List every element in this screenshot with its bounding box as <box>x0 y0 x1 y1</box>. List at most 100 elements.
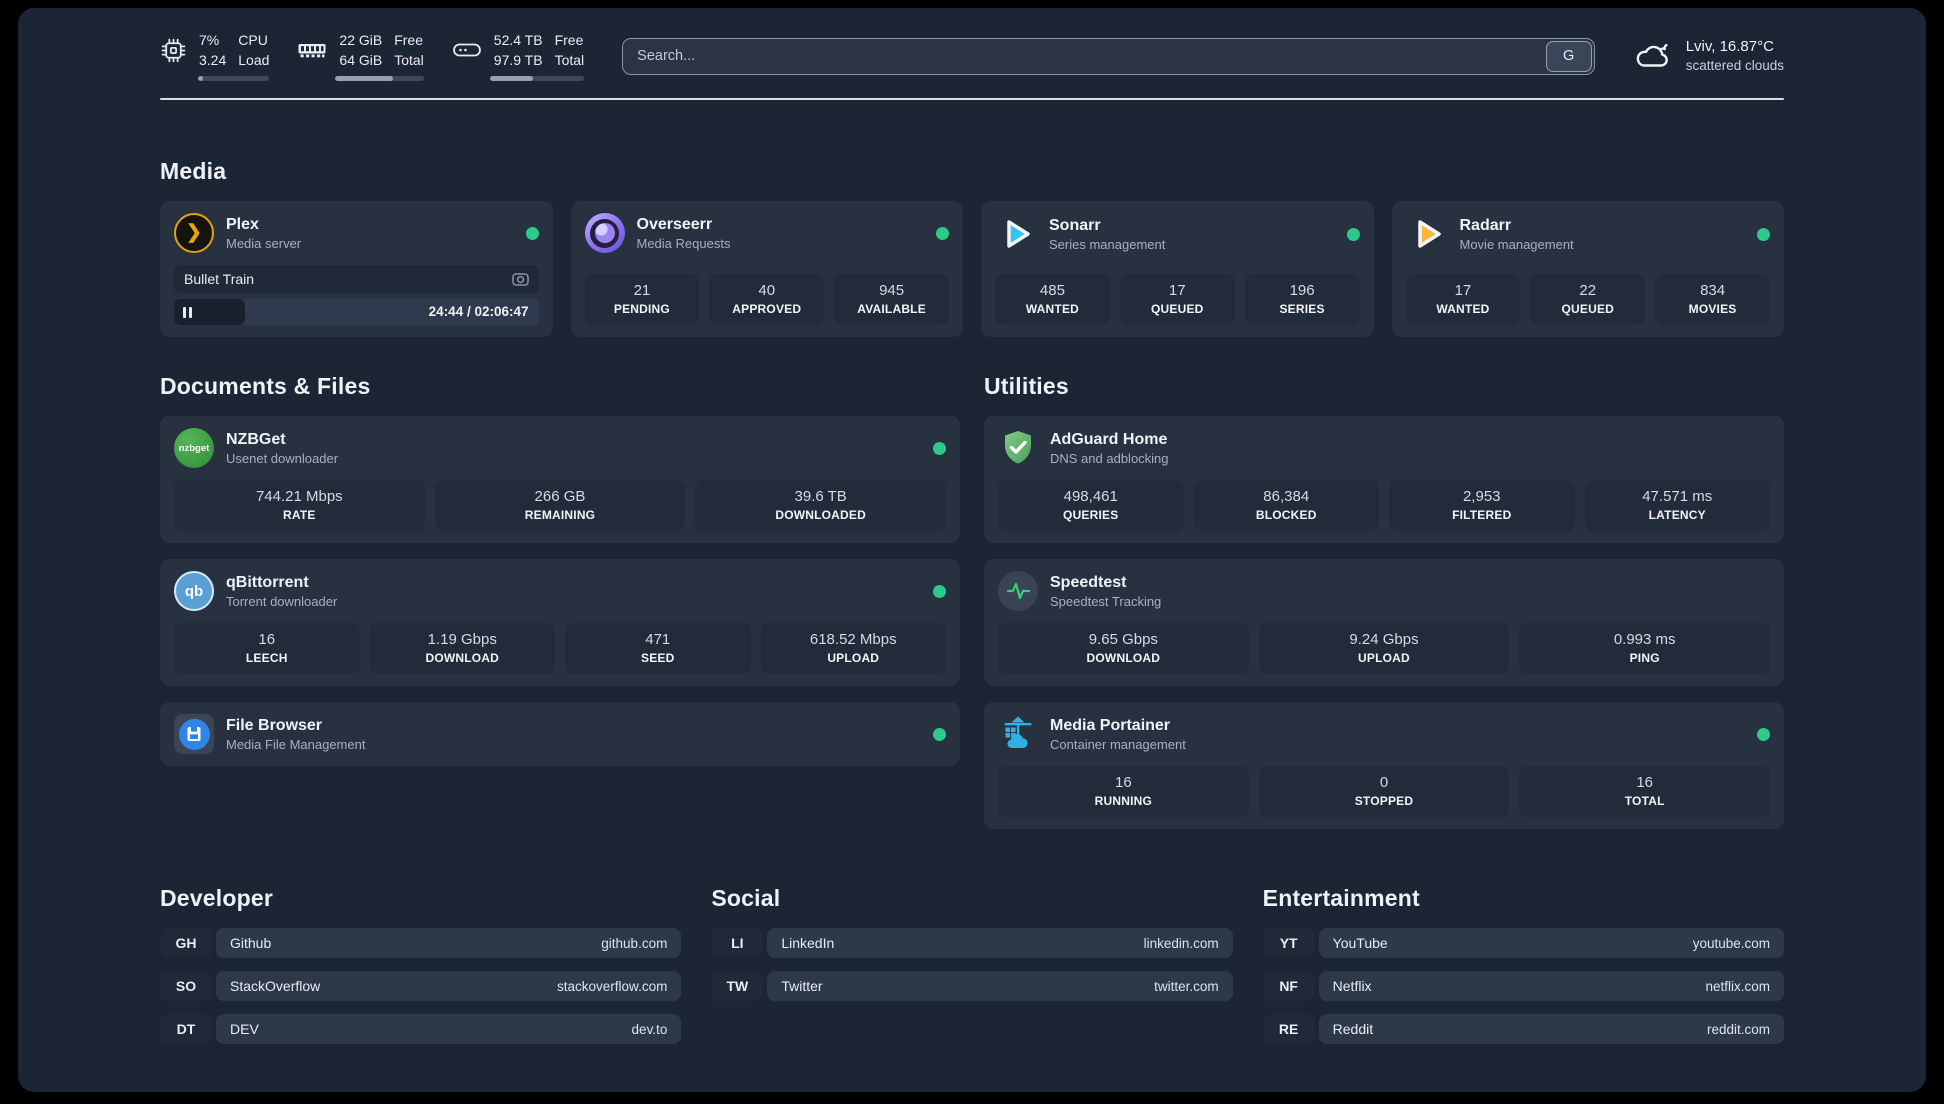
stat-tile: 618.52 Mbps UPLOAD <box>760 623 946 674</box>
stat-tile: 498,461 QUERIES <box>998 480 1184 531</box>
section-title-developer: Developer <box>160 885 274 911</box>
link-name: StackOverflow <box>230 978 321 994</box>
stat-tile: 9.65 Gbps DOWNLOAD <box>998 623 1249 674</box>
filebrowser-icon <box>174 714 214 754</box>
link-tag: TW <box>711 971 764 1001</box>
disk-progress-track <box>489 76 585 82</box>
app-name: Overseerr <box>636 215 713 233</box>
stat-tile: 40 APPROVED <box>709 274 825 325</box>
stat-tiles: 17 WANTED 22 QUEUED 834 MOVIES <box>1405 262 1770 325</box>
stat-tile: 9.24 Gbps UPLOAD <box>1258 623 1510 674</box>
app-subtitle: Container management <box>1050 736 1186 752</box>
link-tag: NF <box>1262 971 1315 1001</box>
weather-location: Lviv, 16.87°C <box>1685 37 1774 55</box>
link-row-linkedin[interactable]: LI LinkedIn linkedin.com <box>711 928 1233 958</box>
app-subtitle: Movie management <box>1459 236 1574 252</box>
link-row-dev[interactable]: DT DEV dev.to <box>160 1014 682 1044</box>
link-row-youtube[interactable]: YT YouTube youtube.com <box>1262 928 1784 958</box>
dashboard: 7% 3.24 CPU Load 22 GiB 64 GiB Free Tota… <box>0 0 1944 1104</box>
cpu-stat: 7% 3.24 CPU Load <box>160 31 270 82</box>
ram-progress-fill <box>335 76 393 82</box>
plex-icon: ❯ <box>174 213 214 253</box>
weather-widget: Lviv, 16.87°C scattered clouds <box>1633 37 1784 75</box>
stat-tiles: 498,461 QUERIES 86,384 BLOCKED 2,953 FILTER… <box>998 468 1770 531</box>
link-row-netflix[interactable]: NF Netflix netflix.com <box>1262 971 1784 1001</box>
link-name: DEV <box>230 1021 259 1037</box>
app-card-nzbget[interactable]: nzbget NZBGet Usenet downloader 744.21 M… <box>160 416 960 543</box>
link-tag: SO <box>160 971 212 1001</box>
cpu-progress-track <box>198 76 270 82</box>
link-name: Github <box>230 935 272 951</box>
app-card-sonarr[interactable]: Sonarr Series management 485 WANTED 17 QUE… <box>981 201 1374 337</box>
link-row-github[interactable]: GH Github github.com <box>160 928 682 958</box>
section-title-utilities: Utilities <box>984 373 1069 399</box>
stat-tiles: 16 LEECH 1.19 Gbps DOWNLOAD 471 SEED 618.52… <box>174 611 946 674</box>
header-divider <box>160 98 1784 100</box>
stat-tile: 945 AVAILABLE <box>834 274 949 325</box>
card-header: File Browser Media File Management <box>174 714 946 754</box>
section-title-documents: Documents & Files <box>160 373 371 399</box>
dashboard-panel: 7% 3.24 CPU Load 22 GiB 64 GiB Free Tota… <box>18 8 1926 1092</box>
pause-icon[interactable] <box>183 306 192 318</box>
link-name: Twitter <box>781 978 823 994</box>
now-playing-title: Bullet Train <box>184 271 255 287</box>
disk-icon <box>452 43 481 57</box>
card-header: nzbget NZBGet Usenet downloader <box>174 428 946 468</box>
link-url: reddit.com <box>1706 1021 1770 1037</box>
playback-progress-bar[interactable]: 24:44 / 02:06:47 <box>174 299 539 325</box>
status-online-dot <box>933 727 946 741</box>
stat-tile: 196 SERIES <box>1244 274 1360 325</box>
app-name: Sonarr <box>1049 216 1101 234</box>
stat-tiles: 485 WANTED 17 QUEUED 196 SERIES <box>995 262 1360 325</box>
cpu-labels: CPU Load <box>238 31 270 68</box>
nzbget-icon: nzbget <box>174 428 214 468</box>
app-card-filebrowser[interactable]: File Browser Media File Management <box>160 702 960 766</box>
app-card-plex[interactable]: ❯ Plex Media server Bullet Train 24:44 /… <box>160 201 553 337</box>
weather-text: Lviv, 16.87°C scattered clouds <box>1686 37 1784 75</box>
link-name: Reddit <box>1332 1021 1374 1037</box>
link-name: YouTube <box>1332 935 1388 951</box>
link-row-stackoverflow[interactable]: SO StackOverflow stackoverflow.com <box>160 971 682 1001</box>
stat-tile: 39.6 TB DOWNLOADED <box>695 480 946 531</box>
search-engine-button[interactable]: G <box>1545 40 1592 72</box>
app-name: qBittorrent <box>226 573 309 591</box>
app-name: Plex <box>226 215 259 233</box>
link-tag: LI <box>711 928 764 958</box>
card-header: Overseerr Media Requests <box>584 213 949 253</box>
app-name: Media Portainer <box>1050 716 1171 734</box>
stat-tile: 16 LEECH <box>174 623 360 674</box>
cpu-load-avg: 3.24 <box>199 51 227 68</box>
link-name: Netflix <box>1332 978 1372 994</box>
link-url: youtube.com <box>1692 935 1770 951</box>
cpu-values: 7% 3.24 <box>199 31 226 70</box>
link-row-reddit[interactable]: RE Reddit reddit.com <box>1262 1014 1784 1044</box>
app-card-adguard[interactable]: AdGuard Home DNS and adblocking 498,461 Q… <box>984 416 1784 543</box>
middle-columns: Documents & Files nzbget NZBGet Usenet d… <box>160 373 1784 829</box>
now-playing-title-row: Bullet Train <box>174 265 539 293</box>
radarr-icon <box>1417 220 1441 248</box>
app-card-overseerr[interactable]: Overseerr Media Requests 21 PENDING 40 APP… <box>570 201 963 337</box>
app-card-qbittorrent[interactable]: qb qBittorrent Torrent downloader 16 LEEC… <box>160 559 960 686</box>
top-bar: 7% 3.24 CPU Load 22 GiB 64 GiB Free Tota… <box>160 31 1784 82</box>
disk-values: 52.4 TB 97.9 TB <box>494 31 543 70</box>
search-bar: G <box>622 37 1595 75</box>
link-url: stackoverflow.com <box>557 978 668 994</box>
stat-tile: 16 TOTAL <box>1519 766 1770 817</box>
links-column-entertainment: Entertainment YT YouTube youtube.com NF N… <box>1262 885 1784 1044</box>
ram-total: 64 GiB <box>339 51 383 68</box>
stat-tile: 744.21 Mbps RATE <box>174 480 425 531</box>
links-column-developer: Developer GH Github github.com SO StackOv… <box>160 885 682 1044</box>
status-online-dot <box>1346 227 1360 241</box>
search-input[interactable] <box>622 37 1595 75</box>
link-row-twitter[interactable]: TW Twitter twitter.com <box>711 971 1233 1001</box>
app-card-radarr[interactable]: Radarr Movie management 17 WANTED 22 QUEUE… <box>1391 201 1784 337</box>
status-online-dot <box>936 226 949 240</box>
stat-tile: 0.993 ms PING <box>1519 623 1770 674</box>
app-name: AdGuard Home <box>1050 430 1168 448</box>
playback-progress-fill <box>174 299 246 325</box>
app-subtitle: Media File Management <box>226 736 366 752</box>
app-card-speedtest[interactable]: Speedtest Speedtest Tracking 9.65 Gbps DO… <box>984 559 1784 686</box>
cpu-progress-fill <box>198 76 203 82</box>
app-card-portainer[interactable]: Media Portainer Container management 16 R… <box>984 702 1784 829</box>
status-online-dot <box>1757 227 1770 241</box>
